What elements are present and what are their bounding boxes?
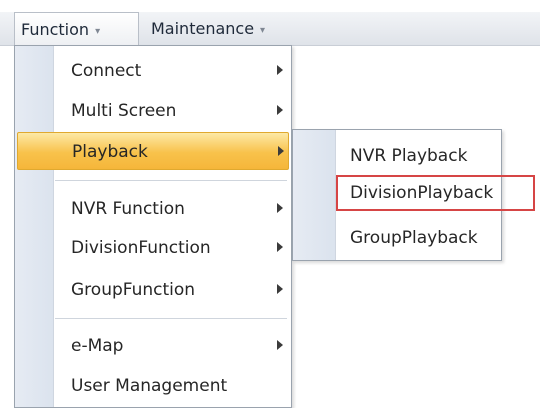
submenu-arrow-icon xyxy=(277,105,283,115)
menu-item-label: GroupFunction xyxy=(71,280,196,300)
submenu-arrow-icon xyxy=(278,146,284,156)
menu-item-label: DivisionFunction xyxy=(71,238,211,258)
menu-item-division-function[interactable]: DivisionFunction xyxy=(15,229,291,267)
menu-item-label: e-Map xyxy=(71,336,124,356)
submenu-arrow-icon xyxy=(277,242,283,252)
menu-separator xyxy=(55,180,287,182)
submenu-item-group-playback[interactable]: GroupPlayback xyxy=(293,220,501,256)
submenu-arrow-icon xyxy=(277,65,283,75)
menu-item-label: User Management xyxy=(71,376,228,396)
menu-function[interactable]: Function ▾ xyxy=(14,12,139,45)
menu-item-playback[interactable]: Playback xyxy=(17,132,289,170)
menu-maintenance[interactable]: Maintenance ▾ xyxy=(145,12,305,45)
menu-item-label: NVR Function xyxy=(71,199,185,219)
menu-item-e-map[interactable]: e-Map xyxy=(15,327,291,365)
menu-item-user-management[interactable]: User Management xyxy=(15,367,291,405)
menu-item-connect[interactable]: Connect xyxy=(15,52,291,90)
menu-item-label: Playback xyxy=(72,142,148,162)
playback-submenu: NVR Playback DivisionPlayback GroupPlayb… xyxy=(292,129,535,261)
submenu-arrow-icon xyxy=(277,203,283,213)
menu-item-label: Multi Screen xyxy=(71,101,177,121)
menu-item-multi-screen[interactable]: Multi Screen xyxy=(15,92,291,130)
menu-item-nvr-function[interactable]: NVR Function xyxy=(15,190,291,228)
menu-item-group-function[interactable]: GroupFunction xyxy=(15,271,291,309)
chevron-down-icon: ▾ xyxy=(260,25,266,36)
submenu-item-division-playback[interactable]: DivisionPlayback xyxy=(336,175,535,211)
submenu-item-label: DivisionPlayback xyxy=(350,183,494,203)
menu-separator xyxy=(55,318,287,320)
chevron-down-icon: ▾ xyxy=(95,26,101,37)
menu-bar: Function ▾ Maintenance ▾ xyxy=(0,12,540,46)
menu-item-label: Connect xyxy=(71,61,142,81)
submenu-arrow-icon xyxy=(277,284,283,294)
function-dropdown-menu: Connect Multi Screen Playback NVR Functi… xyxy=(14,45,292,408)
submenu-item-nvr-playback[interactable]: NVR Playback xyxy=(293,138,501,174)
submenu-arrow-icon xyxy=(277,340,283,350)
submenu-item-label: GroupPlayback xyxy=(350,228,478,248)
menu-function-label: Function xyxy=(21,20,90,39)
submenu-item-label: NVR Playback xyxy=(350,146,468,166)
menu-maintenance-label: Maintenance xyxy=(151,19,255,38)
